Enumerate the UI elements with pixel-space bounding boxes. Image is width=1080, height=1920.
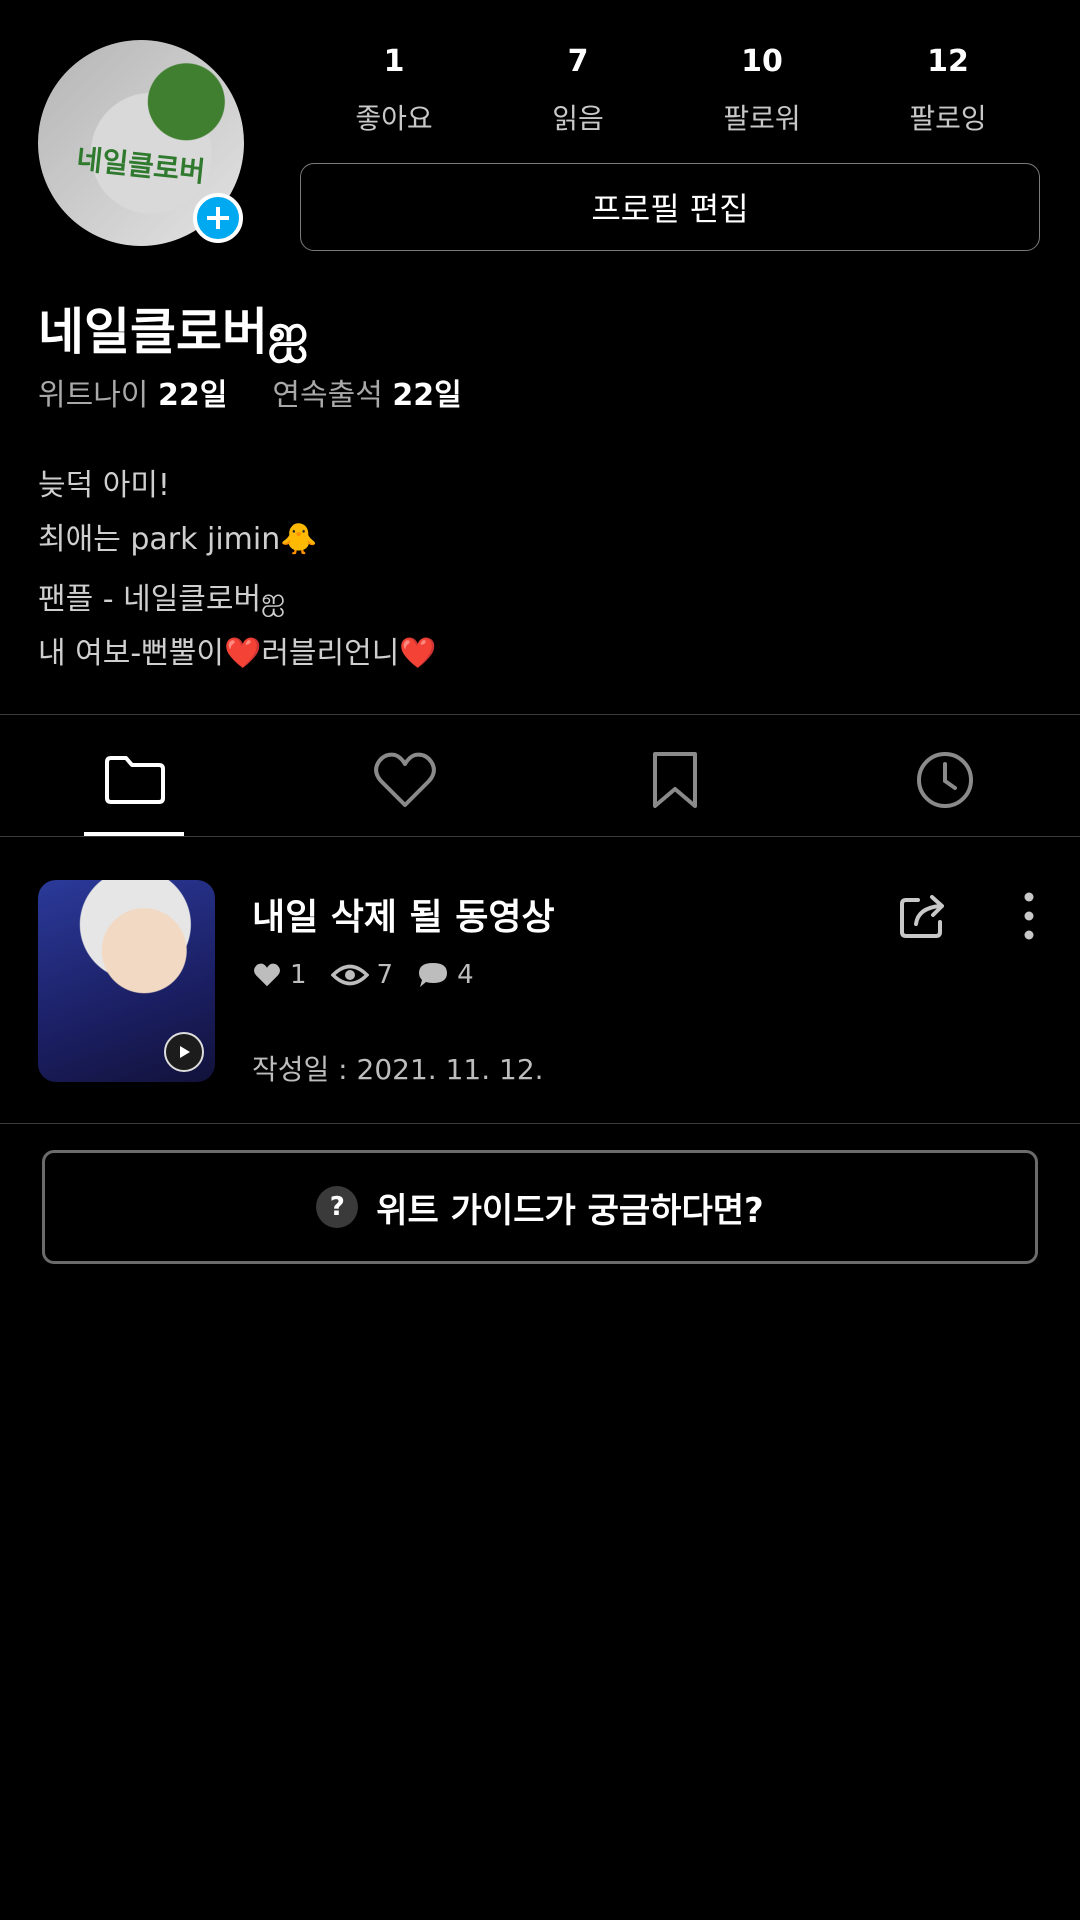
bio-line: 늦덕 아미! — [38, 468, 170, 503]
stat-followers-label: 팔로워 — [723, 102, 801, 135]
stat-following[interactable]: 12 팔로잉 — [878, 44, 1018, 137]
stat-following-label: 팔로잉 — [909, 102, 987, 135]
folder-icon — [105, 756, 165, 804]
profile-username: 네일클로버ஐ — [38, 303, 309, 361]
stat-followers-value: 10 — [741, 44, 783, 79]
streak-label: 연속출석 — [272, 378, 383, 413]
guide-label: 위트 가이드가 궁금하다면? — [376, 1190, 764, 1231]
profile-meta: 위트나이 22일 연속출석 22일 — [38, 370, 462, 414]
bookmark-icon — [653, 752, 697, 808]
bio-line: 최애는 park jimin🐥 — [38, 522, 318, 557]
question-icon: ? — [316, 1186, 359, 1228]
tab-history[interactable] — [905, 740, 985, 820]
age-value: 22일 — [157, 378, 228, 413]
post-stats: 1 7 4 — [252, 960, 488, 990]
more-vertical-icon — [1024, 892, 1034, 940]
more-options-button[interactable] — [1012, 888, 1046, 944]
clock-icon — [917, 752, 973, 808]
tab-likes[interactable] — [365, 740, 445, 820]
age-label: 위트나이 — [38, 378, 149, 413]
stat-reads[interactable]: 7 읽음 — [508, 44, 648, 137]
avatar-text: 네일클로버 — [75, 142, 207, 189]
share-icon — [900, 895, 944, 938]
streak-value: 22일 — [392, 378, 462, 413]
stat-likes[interactable]: 1 좋아요 — [324, 44, 464, 137]
share-button[interactable] — [896, 888, 952, 944]
post-comments: 4 — [417, 960, 474, 990]
eye-icon — [330, 964, 369, 986]
add-photo-button[interactable] — [193, 193, 243, 243]
stat-likes-label: 좋아요 — [355, 102, 433, 135]
play-icon — [180, 1046, 190, 1058]
stat-likes-value: 1 — [383, 44, 405, 79]
divider — [0, 1123, 1080, 1124]
guide-button[interactable]: ? 위트 가이드가 궁금하다면? — [42, 1150, 1038, 1264]
video-badge — [164, 1032, 204, 1072]
stat-reads-label: 읽음 — [552, 102, 604, 135]
divider — [0, 714, 1080, 715]
post-views: 7 — [330, 960, 394, 990]
stat-following-value: 12 — [927, 44, 969, 79]
bio-line: 내 여보-뻔뿔이❤️러블리언니❤️ — [38, 636, 437, 671]
tab-bookmarks[interactable] — [635, 740, 715, 820]
tab-posts[interactable] — [95, 740, 175, 820]
post-likes-count: 1 — [290, 960, 307, 990]
post-views-count: 7 — [376, 960, 394, 990]
post-comments-count: 4 — [457, 960, 474, 990]
divider — [0, 836, 1080, 837]
comment-icon — [419, 963, 448, 987]
stat-followers[interactable]: 10 팔로워 — [692, 44, 832, 137]
post-date: 작성일 : 2021. 11. 12. — [252, 1053, 544, 1086]
heart-icon — [374, 752, 436, 807]
post-title[interactable]: 내일 삭제 될 동영상 — [252, 888, 555, 940]
plus-icon — [207, 207, 229, 229]
bio-line: 팬플 - 네일클로버ஐ — [38, 582, 286, 617]
heart-filled-icon — [254, 963, 280, 987]
edit-profile-button[interactable]: 프로필 편집 — [300, 163, 1040, 251]
post-likes: 1 — [252, 960, 307, 990]
stat-reads-value: 7 — [567, 44, 589, 79]
